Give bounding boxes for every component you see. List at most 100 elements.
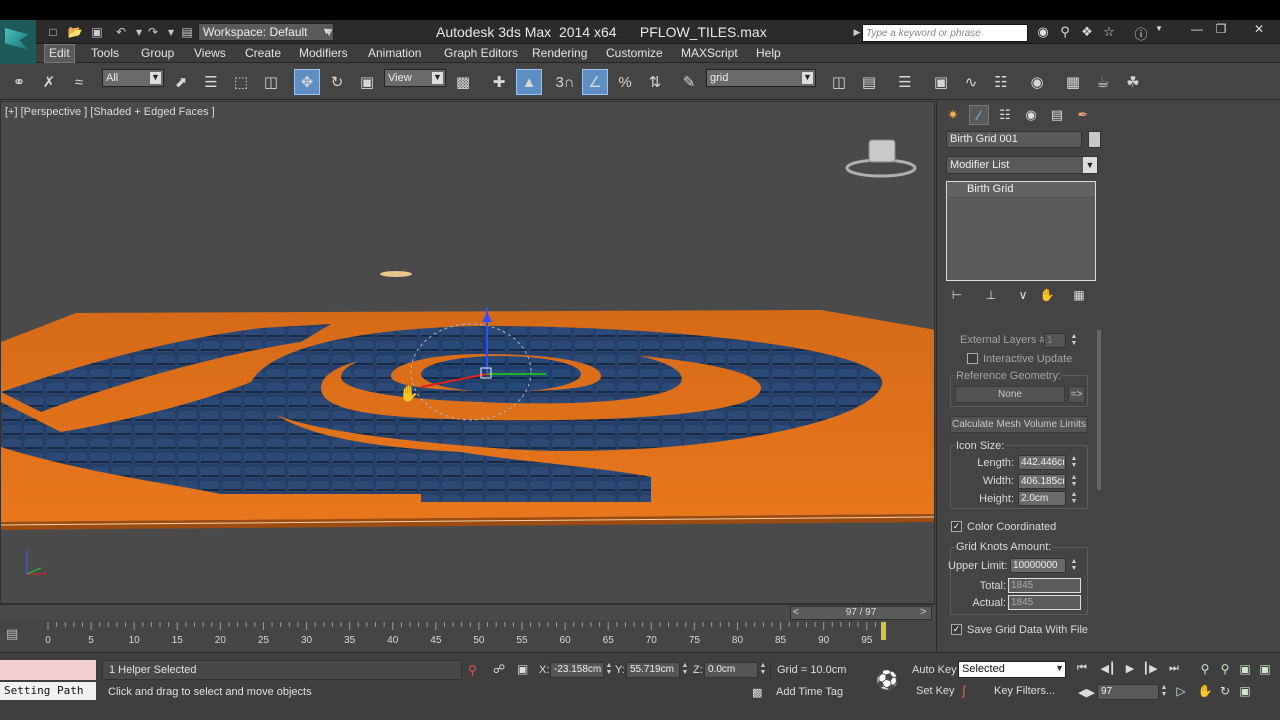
viewport-label[interactable]: [+] [Perspective ] [Shaded + Edged Faces… [5,106,215,118]
external-layers-field[interactable]: 1 [1044,333,1066,348]
calculate-mesh-volume-button[interactable]: Calculate Mesh Volume Limits [950,416,1088,433]
goto-start-icon[interactable]: ⏮ [1072,662,1092,678]
menu-modifiers[interactable]: Modifiers [299,46,348,60]
width-spinner[interactable]: ▲ ▼ [1070,474,1078,489]
auto-key-button[interactable]: Auto Key [912,664,957,676]
align-icon[interactable]: ▤ [856,69,882,95]
none-button[interactable]: None [955,386,1065,403]
percent-snap-icon[interactable]: % [612,69,638,95]
edit-named-selection-icon[interactable]: ✎ [676,69,702,95]
external-layers-spinner[interactable]: ▲ ▼ [1070,333,1078,348]
menu-rendering[interactable]: Rendering [532,46,587,60]
hierarchy-tab-icon[interactable]: ☷ [995,105,1015,125]
pivot-center-icon[interactable]: ▩ [450,69,476,95]
show-end-result-icon[interactable]: ⊥ [982,288,1000,306]
select-and-move-icon[interactable]: ✥ [294,69,320,95]
help-icon[interactable]: ⓘ [1132,24,1150,42]
menu-graph-editors[interactable]: Graph Editors [444,46,518,60]
rendered-frame-icon[interactable]: ☕ [1090,69,1116,95]
configure-sets-icon[interactable]: ▦ [1070,288,1088,306]
scene-explorer-icon[interactable]: ▣ [928,69,954,95]
maximize-viewport-icon[interactable]: ▣ [1236,684,1254,700]
curve-editor-icon[interactable]: ∿ [958,69,984,95]
stack-item-birth-grid[interactable]: Birth Grid [947,182,1095,198]
app-menu-button[interactable] [0,20,36,64]
link-icon[interactable]: ⚭ [6,69,32,95]
render-production-icon[interactable]: ☘ [1120,69,1146,95]
set-key-button[interactable]: Set Key [916,685,955,697]
rectangular-selection-icon[interactable]: ⬚ [228,69,254,95]
current-frame-marker[interactable] [881,622,886,640]
select-and-scale-icon[interactable]: ▣ [354,69,380,95]
selection-filter-dropdown[interactable]: All ▼ [102,69,164,87]
render-setup-icon[interactable]: ▦ [1060,69,1086,95]
select-and-rotate-icon[interactable]: ↻ [324,69,350,95]
menu-maxscript[interactable]: MAXScript [681,46,738,60]
make-unique-icon[interactable]: ∨ [1014,288,1032,306]
time-slider[interactable]: < 97 / 97 > [0,604,935,620]
add-time-tag-button[interactable]: Add Time Tag [770,684,849,700]
menu-animation[interactable]: Animation [368,46,421,60]
menu-create[interactable]: Create [245,46,281,60]
zoom-icon[interactable]: ⚲ [1196,662,1214,678]
length-field[interactable]: 442.446cı [1018,455,1066,470]
star-icon[interactable]: ☆ [1100,24,1118,42]
time-slider-knob[interactable]: < 97 / 97 [790,606,932,620]
zoom-extents-all-icon[interactable]: ▣ [1256,662,1274,678]
unlink-icon[interactable]: ✗ [36,69,62,95]
maxscript-listener-input[interactable] [0,660,96,680]
restore-icon[interactable]: ❐ [1210,22,1232,40]
frame-spinner[interactable]: ▲ ▼ [1160,684,1168,699]
length-spinner[interactable]: ▲ ▼ [1070,455,1078,470]
workspace-dropdown[interactable]: Workspace: Default ▼ [198,23,334,41]
previous-frame-icon[interactable]: ◀┃ [1098,662,1118,678]
snaps-toggle-icon[interactable]: 3 ∩ [552,69,578,95]
qa-customize-icon[interactable]: ▼ [320,24,338,40]
modifier-list-dropdown[interactable]: Modifier List ▼ [946,156,1098,174]
orbit-icon[interactable]: ↻ [1216,684,1234,700]
utilities-tab-icon[interactable]: ✒ [1073,105,1093,125]
spinner-snap-icon[interactable]: ⇅ [642,69,668,95]
selection-lock-icon[interactable]: ☍ [493,662,505,676]
menu-customize[interactable]: Customize [606,46,663,60]
key-filters-button[interactable]: Key Filters... [994,685,1055,697]
menu-edit[interactable]: Edit [44,44,75,63]
isolate-selection-icon[interactable]: ⚲ [468,663,477,677]
object-color-swatch[interactable] [1088,131,1101,148]
binoculars-icon[interactable]: ◉ [1034,24,1052,42]
mirror-icon[interactable]: ◫ [826,69,852,95]
subscription-icon[interactable]: ❖ [1078,24,1096,42]
search-icon[interactable]: ⚲ [1056,24,1074,42]
maxscript-listener-output[interactable]: Setting Path [0,682,96,700]
next-frame-icon[interactable]: ┃▶ [1140,662,1160,678]
layer-manager-icon[interactable]: ☰ [892,69,918,95]
window-crossing-icon[interactable]: ◫ [258,69,284,95]
minimize-icon[interactable]: — [1186,22,1208,40]
project-folder-icon[interactable]: ▤ [178,24,196,40]
y-coordinate-field[interactable]: 55.719cm [626,662,680,678]
menu-tools[interactable]: Tools [91,46,119,60]
absolute-mode-icon[interactable]: ▣ [517,662,528,676]
reference-coordinate-dropdown[interactable]: View ▼ [384,69,446,87]
create-tab-icon[interactable]: ✷ [943,105,963,125]
width-field[interactable]: 406.185cı [1018,474,1066,489]
pan-view-icon[interactable]: ✋ [1196,684,1214,700]
new-icon[interactable]: □ [44,24,62,40]
x-coordinate-field[interactable]: -23.158cm [550,662,604,678]
select-by-name-icon[interactable]: ☰ [198,69,224,95]
help-dropdown-icon[interactable]: ▼ [1150,24,1168,42]
upper-limit-field[interactable]: 10000000 [1010,558,1066,573]
motion-tab-icon[interactable]: ◉ [1021,105,1041,125]
material-editor-icon[interactable]: ◉ [1024,69,1050,95]
mini-curve-editor-icon[interactable]: ▤ [6,626,30,642]
search-input[interactable]: Type a keyword or phrase [862,24,1028,42]
key-selection-dropdown[interactable]: Selected ▼ [958,661,1066,678]
field-of-view-icon[interactable]: ▷ [1172,684,1190,700]
select-object-icon[interactable]: ⬈ [168,69,194,95]
viewcube-icon[interactable] [868,139,896,163]
menu-views[interactable]: Views [194,46,226,60]
key-icon[interactable]: ⚽ [876,670,898,691]
select-manipulate-icon[interactable]: ✚ [486,69,512,95]
object-name-field[interactable]: Birth Grid 001 [946,131,1082,148]
zoom-extents-icon[interactable]: ▣ [1236,662,1254,678]
